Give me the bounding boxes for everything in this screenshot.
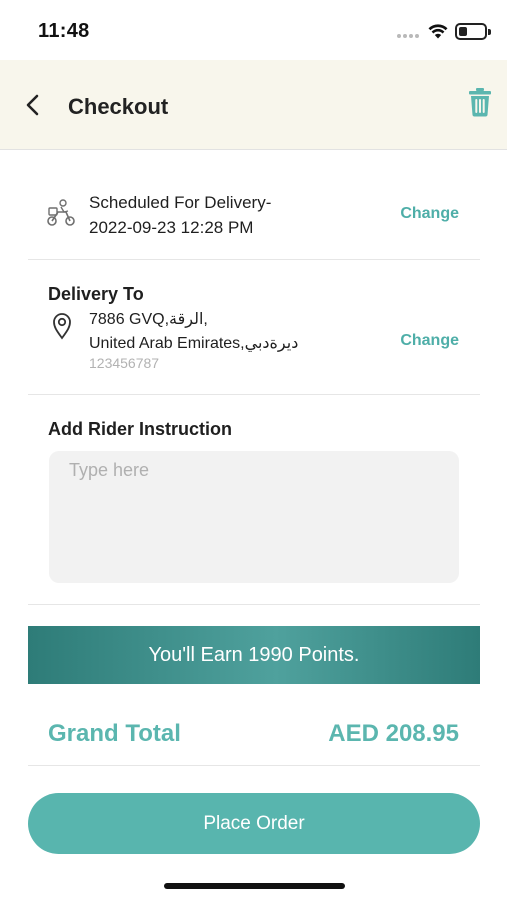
rider-instruction-input[interactable] (49, 451, 459, 583)
signal-dots-icon (397, 34, 421, 38)
rider-instruction-title: Add Rider Instruction (48, 419, 232, 439)
points-banner: You'll Earn 1990 Points. (28, 626, 480, 684)
page-title: Checkout (68, 94, 169, 119)
grand-total-value: AED 208.95 (328, 720, 459, 747)
status-time: 11:48 (38, 20, 90, 42)
change-schedule-button[interactable]: Change (400, 205, 459, 223)
wifi-icon (428, 24, 448, 39)
trash-icon (469, 88, 491, 117)
checkout-header: Checkout (0, 60, 507, 150)
grand-total-label: Grand Total (48, 720, 181, 747)
location-pin-icon (53, 313, 71, 340)
phone-number: 123456787 (89, 355, 160, 371)
grand-total-row: Grand Total AED 208.95 (28, 700, 480, 766)
delivery-section: Delivery To 7886 GVQ,الرقة, United Arab … (28, 260, 480, 395)
address-line-2: United Arab Emirates,ديرةدبي (89, 335, 299, 352)
schedule-label: Scheduled For Delivery- (89, 193, 272, 212)
rider-instruction-section: Add Rider Instruction (28, 395, 480, 605)
chevron-left-icon (26, 94, 39, 116)
back-button[interactable] (20, 90, 48, 120)
schedule-section: Scheduled For Delivery- 2022-09-23 12:28… (28, 150, 480, 260)
status-bar: 11:48 (0, 0, 507, 60)
home-indicator[interactable] (164, 883, 345, 889)
place-order-button[interactable]: Place Order (28, 793, 480, 854)
delete-button[interactable] (468, 87, 492, 117)
address-line-1: 7886 GVQ,الرقة, (89, 311, 208, 328)
schedule-datetime: 2022-09-23 12:28 PM (89, 218, 254, 237)
delivery-title: Delivery To (48, 284, 144, 304)
delivery-scooter-icon (47, 199, 75, 226)
change-address-button[interactable]: Change (400, 332, 459, 350)
battery-icon (455, 23, 491, 40)
